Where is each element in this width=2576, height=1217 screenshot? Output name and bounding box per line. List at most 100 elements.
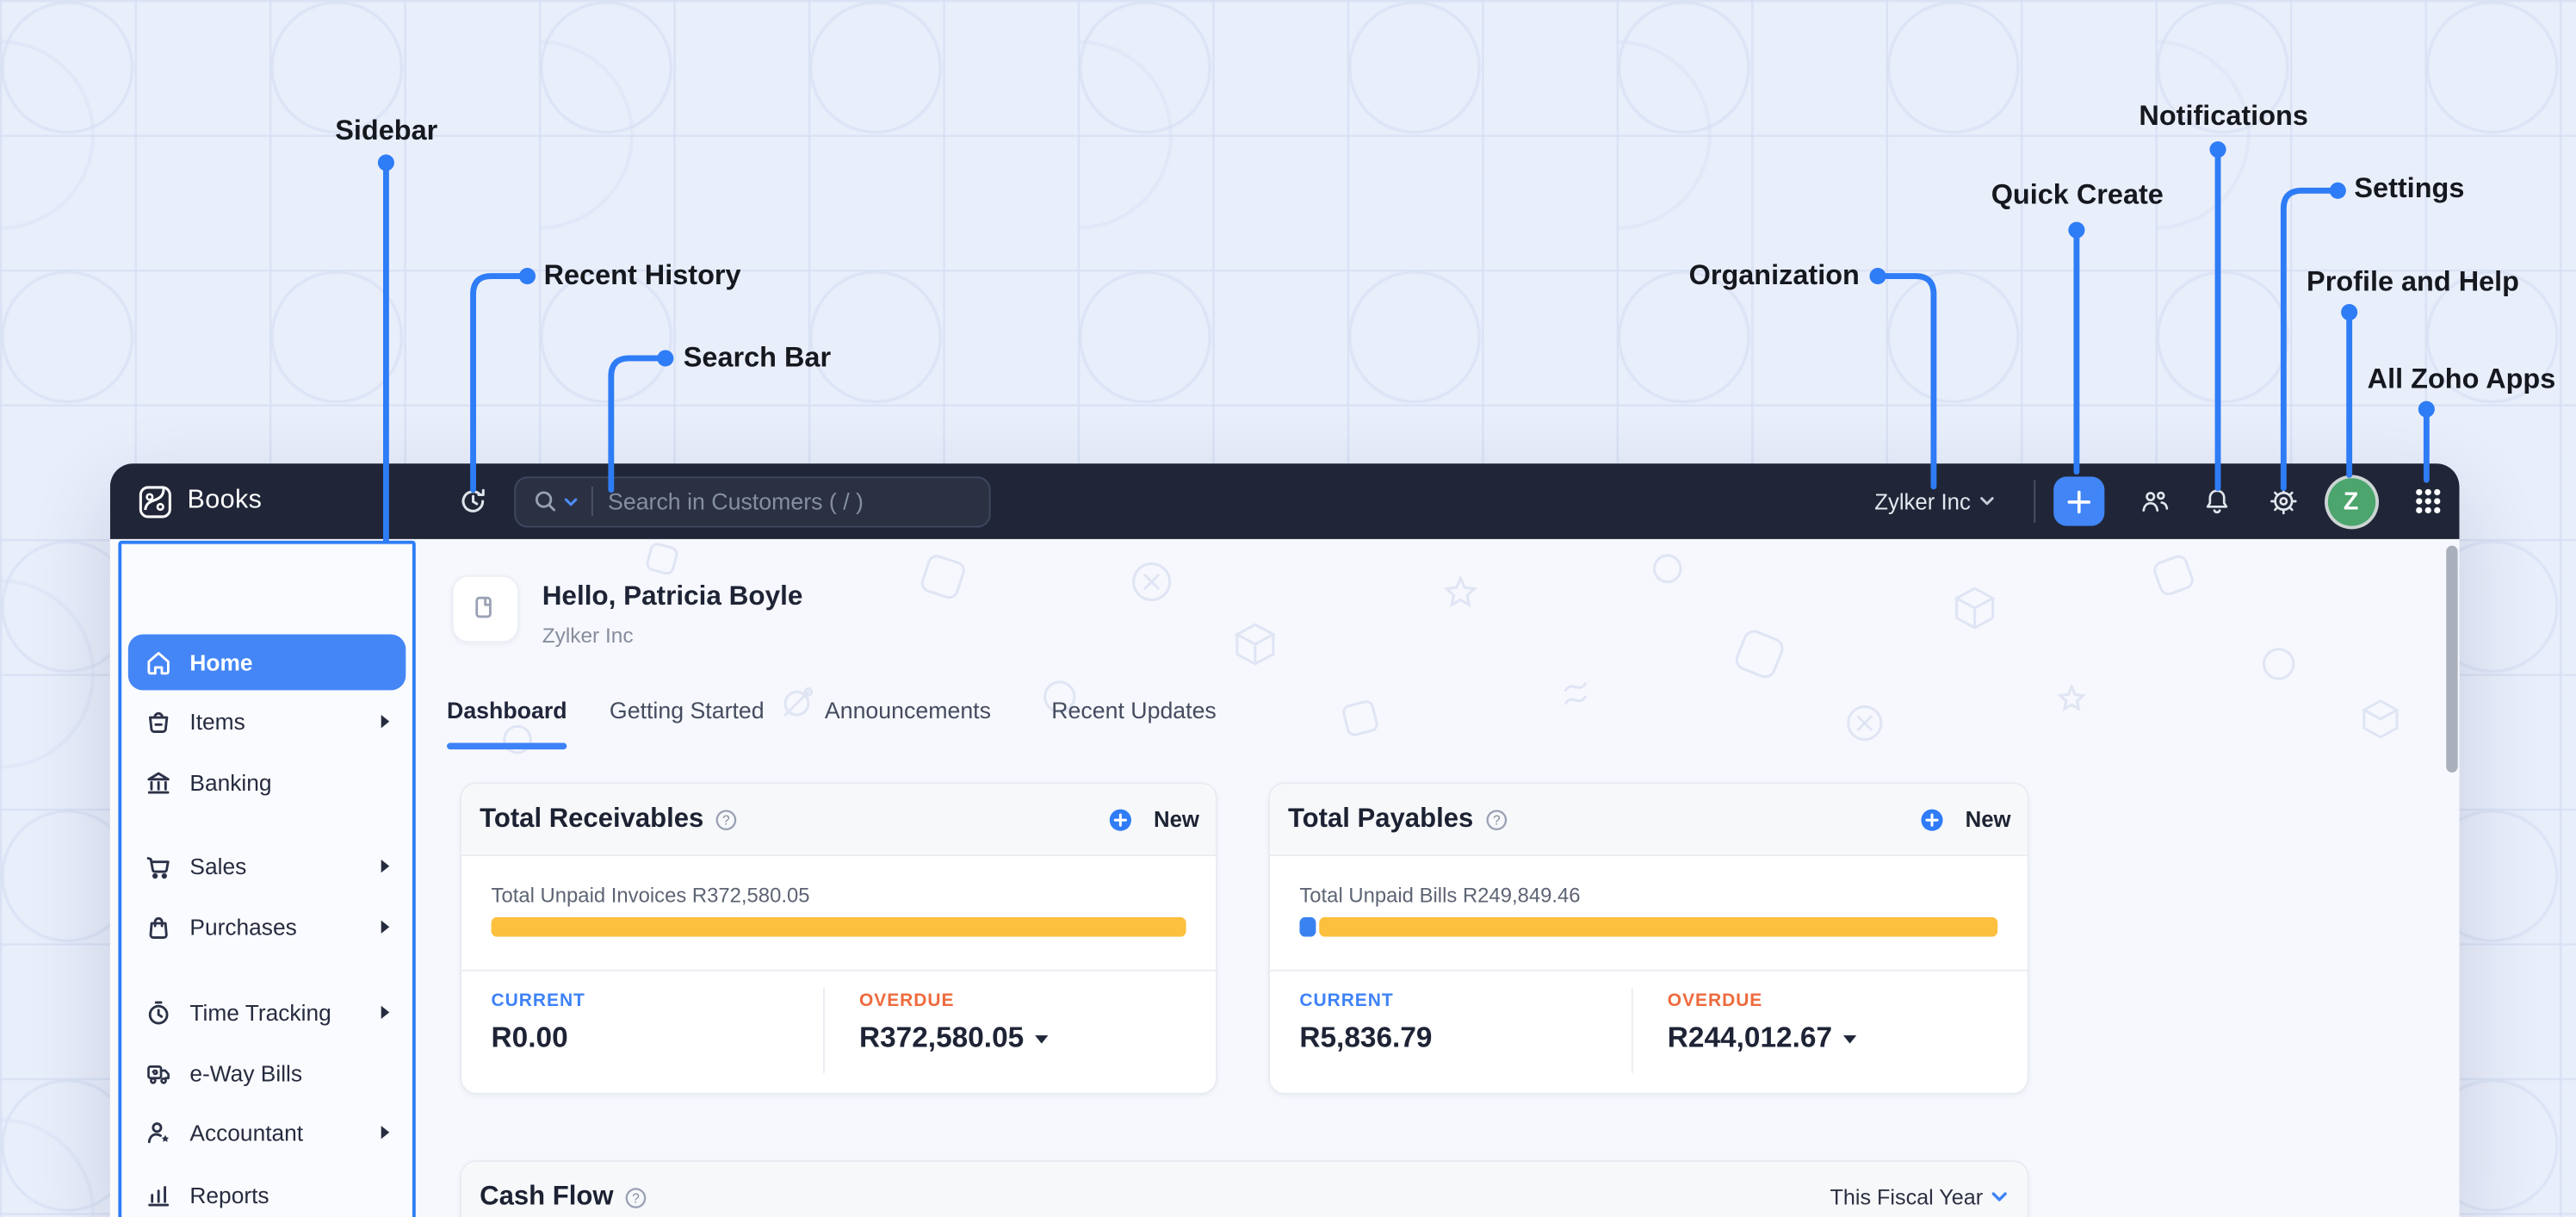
fiscal-year-filter[interactable]: This Fiscal Year [1830, 1184, 2008, 1210]
purchases-bag-icon [148, 916, 167, 939]
sidebar-item-label: Reports [189, 1182, 269, 1208]
svg-text:?: ? [723, 813, 730, 828]
top-navigation-bar: Books Zyl [109, 463, 2460, 539]
screenshot-stage: Books Zyl [0, 0, 2576, 1217]
overdue-label: OVERDUE [1667, 990, 1763, 1011]
annotation-all-zoho-apps: All Zoho Apps [2367, 363, 2556, 394]
recent-history-button[interactable] [456, 463, 487, 539]
notifications-button[interactable] [2201, 463, 2231, 539]
sidebar-item-label: Accountant [189, 1120, 304, 1146]
sidebar-item-label: e-Way Bills [189, 1060, 303, 1086]
organization-name: Zylker Inc [1874, 488, 1971, 514]
help-icon[interactable]: ? [625, 1186, 648, 1209]
card-divider [461, 969, 1217, 972]
annotation-quick-create: Quick Create [1991, 178, 2164, 211]
card-title: Total Receivables [480, 804, 704, 834]
submenu-chevron-icon [380, 1126, 389, 1139]
submenu-chevron-icon [380, 1005, 389, 1020]
greeting-subtitle: Zylker Inc [542, 623, 634, 648]
help-icon[interactable]: ? [715, 808, 739, 831]
sidebar-item-purchases[interactable]: Purchases [127, 899, 405, 955]
settings-button[interactable] [2267, 463, 2298, 539]
bell-icon [2205, 489, 2227, 514]
tab-announcements[interactable]: Announcements [825, 697, 991, 723]
overdue-bar-segment [1318, 916, 1998, 936]
product-name: Books [187, 486, 263, 515]
new-plus-icon[interactable] [1109, 808, 1132, 831]
sidebar-item-label: Time Tracking [189, 1000, 331, 1025]
users-button[interactable] [2139, 463, 2170, 539]
overdue-bar-segment [491, 916, 1186, 936]
current-stat: CURRENT R5,836.79 [1299, 991, 1432, 1055]
reports-icon [147, 1185, 169, 1206]
current-value: R5,836.79 [1299, 1020, 1433, 1054]
recent-history-icon [461, 488, 484, 512]
overdue-stat: OVERDUE R244,012.67 [1668, 991, 1857, 1055]
annotation-notifications: Notifications [2139, 100, 2308, 132]
sidebar-item-label: Purchases [189, 914, 297, 940]
sales-cart-icon [146, 856, 169, 879]
gear-icon [2269, 487, 2296, 515]
chevron-down-icon [1979, 497, 1993, 506]
stat-divider [822, 987, 825, 1074]
card-title: Total Payables [1287, 804, 1474, 834]
card-header: Total Receivables ? New [461, 784, 1217, 857]
overdue-value[interactable]: R244,012.67 [1668, 1021, 1857, 1055]
overdue-value[interactable]: R372,580.05 [859, 1021, 1049, 1055]
tab-getting-started[interactable]: Getting Started [610, 697, 765, 723]
sidebar-item-banking[interactable]: Banking [127, 754, 405, 810]
search-icon [535, 491, 556, 512]
accountant-icon [146, 1121, 169, 1143]
overdue-stat: OVERDUE R372,580.05 [859, 991, 1049, 1055]
sidebar-item-time-tracking[interactable]: Time Tracking [127, 984, 405, 1040]
annotation-sidebar: Sidebar [335, 115, 438, 146]
eway-bills-icon [146, 1065, 169, 1084]
zoho-books-window: Books Zyl [109, 463, 2460, 1217]
search-input[interactable] [608, 487, 989, 515]
greeting-avatar-card [451, 574, 519, 643]
quick-create-button[interactable] [2053, 476, 2105, 526]
sidebar-item-label: Sales [189, 854, 247, 879]
all-zoho-apps-button[interactable] [2413, 463, 2441, 539]
card-header: Total Payables ? New [1270, 784, 2028, 857]
sidebar-item-sales[interactable]: Sales [127, 838, 405, 894]
main-content: Hello, Patricia Boyle Zylker Inc Dashboa… [416, 539, 2460, 1217]
current-bar-segment [1299, 916, 1316, 936]
decorative-doodle-pattern [503, 543, 2400, 754]
profile-avatar[interactable]: Z [2326, 477, 2375, 525]
total-receivables-card: Total Receivables ? New Total Unpaid Inv… [460, 782, 1217, 1095]
tab-dashboard[interactable]: Dashboard [447, 697, 567, 723]
overdue-amount: R244,012.67 [1667, 1020, 1833, 1054]
annotation-search-bar: Search Bar [683, 341, 832, 374]
help-icon[interactable]: ? [1485, 808, 1508, 831]
new-plus-icon[interactable] [1921, 808, 1944, 831]
annotation-organization: Organization [1688, 259, 1860, 291]
tab-recent-updates[interactable]: Recent Updates [1051, 697, 1217, 723]
new-button[interactable]: New [1966, 807, 2011, 832]
sidebar-item-label: Home [189, 649, 253, 675]
sidebar-item-reports[interactable]: Reports [127, 1167, 405, 1217]
sidebar-item-label: Items [189, 709, 245, 734]
time-tracking-icon [147, 1000, 168, 1024]
unpaid-summary: Total Unpaid Invoices R372,580.05 [491, 884, 810, 908]
annotation-recent-history: Recent History [543, 259, 741, 291]
sidebar-item-accountant[interactable]: Accountant [127, 1104, 405, 1160]
payables-bar [1299, 916, 1998, 936]
new-button[interactable]: New [1154, 807, 1199, 832]
sidebar-item-home[interactable]: Home [127, 634, 406, 691]
active-tab-underline [447, 742, 567, 750]
sidebar-item-label: Banking [189, 769, 272, 795]
banking-icon [146, 771, 169, 793]
search-scope-chevron-icon[interactable] [563, 495, 578, 506]
filter-label: This Fiscal Year [1830, 1184, 1984, 1210]
annotation-settings: Settings [2354, 172, 2465, 204]
users-icon [2142, 490, 2169, 512]
organization-selector[interactable]: Zylker Inc [1874, 463, 1993, 539]
sidebar-item-items[interactable]: Items [127, 693, 405, 749]
total-payables-card: Total Payables ? New Total Unpaid Bills … [1268, 782, 2029, 1095]
sidebar-item-eway-bills[interactable]: e-Way Bills [127, 1046, 405, 1102]
books-logo[interactable]: Books [138, 463, 262, 539]
scrollbar-thumb[interactable] [2446, 545, 2458, 773]
items-icon [148, 711, 168, 732]
global-search-bar[interactable] [514, 475, 991, 527]
